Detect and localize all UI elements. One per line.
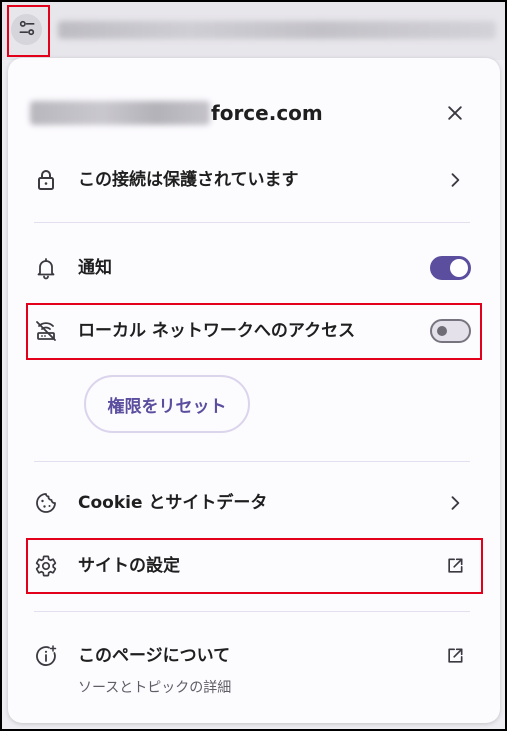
- tune-icon: [17, 18, 37, 42]
- about-page-sublabel: ソースとトピックの詳細: [78, 680, 232, 696]
- blurred-domain-prefix: [30, 101, 210, 125]
- connection-security-item[interactable]: この接続は保護されています: [34, 160, 474, 200]
- about-page-label: このページについて: [78, 646, 231, 666]
- divider: [34, 222, 470, 223]
- bell-icon: [34, 256, 58, 280]
- divider: [34, 611, 470, 612]
- permission-local-network: ローカル ネットワークへのアクセス: [34, 311, 474, 351]
- popup-domain: force.com: [211, 101, 323, 125]
- gear-icon: [34, 554, 58, 578]
- browser-window: force.com この接続は保護されています 通知 ローカル ネットワークへの…: [0, 0, 507, 731]
- about-page-item[interactable]: このページについて ソースとトピックの詳細: [34, 636, 474, 702]
- toggle-knob: [437, 326, 447, 336]
- cookies-label: Cookie とサイトデータ: [78, 493, 268, 513]
- info-sparkle-icon: [34, 644, 58, 668]
- chevron-right-icon: [445, 493, 465, 513]
- permission-label: 通知: [78, 258, 112, 278]
- site-settings-label: サイトの設定: [78, 556, 180, 576]
- chevron-right-icon: [445, 170, 465, 190]
- external-link-icon: [445, 556, 465, 576]
- blurred-url[interactable]: [58, 21, 496, 39]
- close-button[interactable]: [445, 103, 465, 123]
- address-bar: [0, 0, 507, 60]
- cookies-item[interactable]: Cookie とサイトデータ: [34, 483, 474, 523]
- site-settings-item[interactable]: サイトの設定: [34, 546, 474, 586]
- divider: [34, 461, 470, 462]
- permission-label: ローカル ネットワークへのアクセス: [78, 321, 356, 341]
- local-network-off-icon: [34, 319, 58, 343]
- permission-notifications: 通知: [34, 248, 474, 288]
- site-info-button[interactable]: [11, 14, 42, 45]
- site-info-popup: force.com この接続は保護されています 通知 ローカル ネットワークへの…: [8, 58, 500, 723]
- lock-icon: [34, 168, 58, 192]
- connection-security-label: この接続は保護されています: [78, 170, 299, 190]
- close-icon: [445, 103, 465, 123]
- local-network-toggle[interactable]: [430, 319, 471, 343]
- notifications-toggle[interactable]: [430, 256, 471, 280]
- reset-permissions-button[interactable]: 権限をリセット: [84, 375, 250, 433]
- external-link-icon: [445, 646, 465, 666]
- toggle-knob: [450, 259, 468, 277]
- cookie-icon: [34, 491, 58, 515]
